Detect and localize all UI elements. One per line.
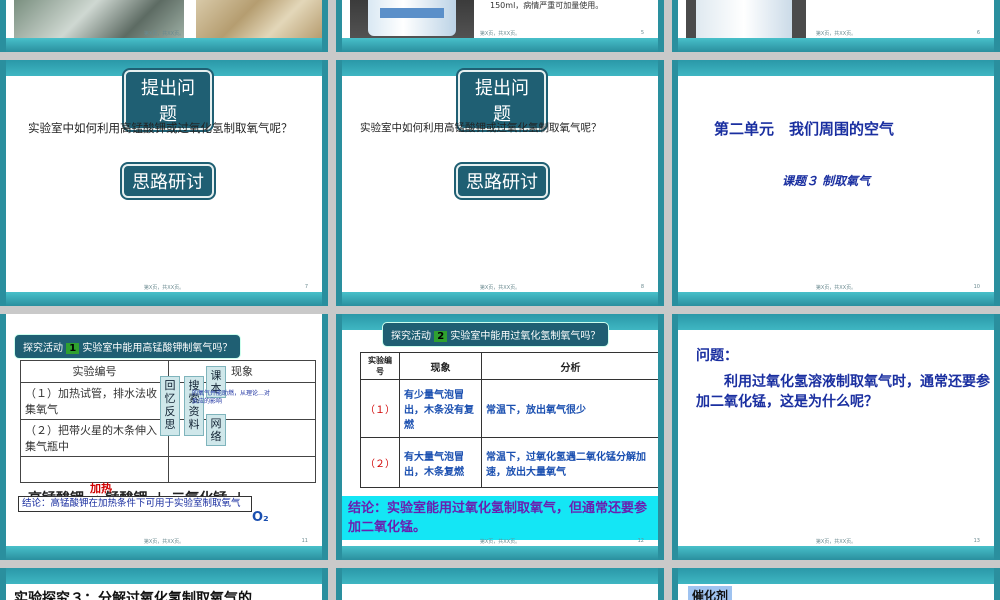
- unit-title: 第二单元 我们周围的空气: [714, 120, 895, 138]
- idea-button: 思路研讨: [456, 164, 548, 198]
- slide-thumbnail-2[interactable]: 150ml，病情严重可加量使用。 5 第X页，共XX页。: [336, 0, 664, 52]
- footnote: 第X页，共XX页。: [143, 539, 185, 545]
- footnote: 第X页，共XX页。: [815, 31, 857, 37]
- slide-thumbnail-3[interactable]: 6 第X页，共XX页。: [672, 0, 1000, 52]
- question-text: 实验室中如何利用高锰酸钾或过氧化氢制取氧气呢？: [360, 122, 602, 134]
- footnote: 第X页，共XX页。: [815, 285, 857, 291]
- conclusion-box: 结论：高锰酸钾在加热条件下可用于实验室制取氧气: [18, 496, 252, 512]
- footnote: 第X页，共XX页。: [143, 285, 185, 291]
- slide-thumbnail-6[interactable]: 第二单元 我们周围的空气 课题３ 制取氧气 10 第X页，共XX页。: [672, 60, 1000, 306]
- activity-pill: 探究活动 2 实验室中能用过氧化氢制氧气吗？: [382, 322, 610, 347]
- conclusion-highlight: 结论：实验室能用过氧化氢制取氧气，但通常还要参加二氧化锰。: [342, 496, 658, 540]
- catalyst-label: 催化剂: [688, 586, 733, 600]
- slide-thumbnail-11[interactable]: [336, 568, 664, 600]
- slide-thumbnail-9[interactable]: 问题： 利用过氧化氢溶液制取氧气时，通常还要参加二氧化锰，这是为什么呢？ 13 …: [672, 314, 1000, 560]
- lesson-title: 课题３ 制取氧气: [782, 174, 871, 188]
- o2-label: O₂: [252, 510, 269, 525]
- footnote: 第X页，共XX页。: [815, 539, 857, 545]
- recall-chip[interactable]: 回忆反思: [160, 376, 180, 436]
- footnote: 第X页，共XX页。: [479, 285, 521, 291]
- caption-text: 150ml，病情严重可加量使用。: [490, 1, 604, 10]
- question-text: 利用过氧化氢溶液制取氧气时，通常还要参加二氧化锰，这是为什么呢？: [696, 374, 990, 410]
- footnote: 第X页，共XX页。: [479, 539, 521, 545]
- results-table: 实验编号 现象 分析 （１） 有少量气泡冒出，木条没有复燃 常温下，放出氧气很少…: [360, 352, 658, 488]
- slide-thumbnail-4[interactable]: 提出问题 实验室中如何利用高锰酸钾或过氧化氢制取氧气呢？ 思路研讨 7 第X页，…: [0, 60, 328, 306]
- slide-thumbnail-5[interactable]: 提出问题 实验室中如何利用高锰酸钾或过氧化氢制取氧气呢？ 思路研讨 8 第X页，…: [336, 60, 664, 306]
- overlay-note: 的氧气并能助燃，从理论…对反应的影响: [192, 390, 271, 405]
- experiment-title: 实验探究３：分解过氧化氢制取氧气的: [14, 591, 252, 600]
- footnote: 第X页，共XX页。: [479, 31, 521, 37]
- question-label: 问题：: [696, 348, 738, 364]
- slide-thumbnail-8[interactable]: 探究活动 2 实验室中能用过氧化氢制氧气吗？ 实验编号 现象 分析 （１） 有少…: [336, 314, 664, 560]
- search-chip[interactable]: 搜索资料: [184, 376, 204, 436]
- slide-thumbnail-1[interactable]: 第X页，共XX页。: [0, 0, 328, 52]
- idea-button: 思路研讨: [122, 164, 214, 198]
- slide-thumbnail-7[interactable]: 探究活动 1 实验室中能用高锰酸钾制氧气吗？ 实验编号 现象 （１）加热试管，排水…: [0, 314, 328, 560]
- activity-pill: 探究活动 1 实验室中能用高锰酸钾制氧气吗？: [14, 334, 242, 359]
- question-text: 实验室中如何利用高锰酸钾或过氧化氢制取氧气呢？: [28, 121, 293, 135]
- slide-thumbnail-10[interactable]: 实验探究３：分解过氧化氢制取氧气的: [0, 568, 328, 600]
- slide-thumbnail-12[interactable]: 催化剂: [672, 568, 1000, 600]
- footnote: 第X页，共XX页。: [143, 31, 185, 37]
- web-chip[interactable]: 网络: [206, 414, 226, 446]
